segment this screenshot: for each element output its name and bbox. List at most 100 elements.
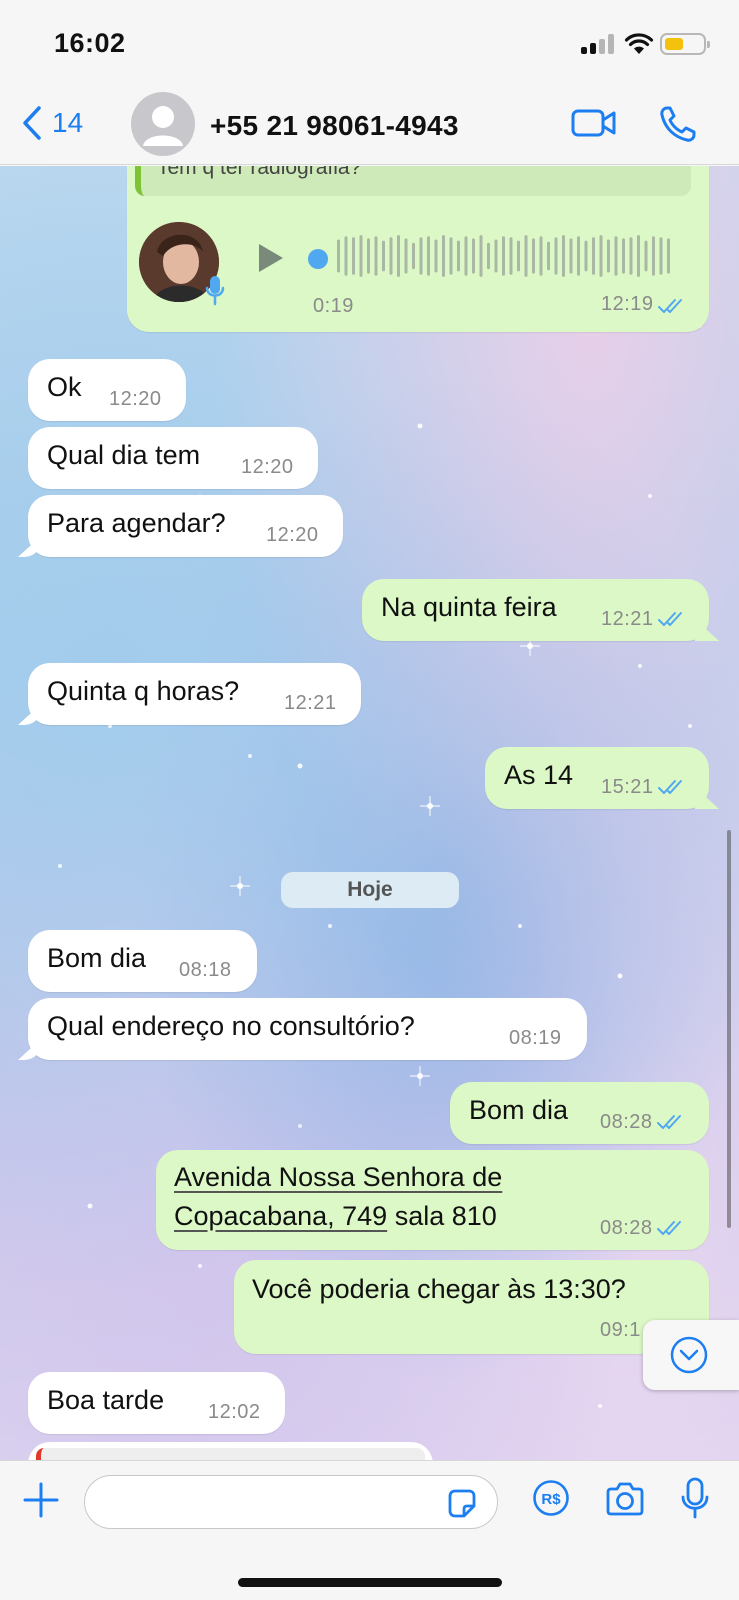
message-text: As 14 [504,760,574,790]
video-call-icon[interactable] [570,106,618,140]
waveform-bar [434,239,438,273]
address-link-line1[interactable]: Avenida Nossa Senhora de [174,1162,502,1193]
quoted-reply[interactable] [36,1448,425,1460]
incoming-message[interactable]: Para agendar? 12:20 [28,495,343,557]
message-text: Bom dia [47,943,147,973]
waveform-bar [449,237,453,275]
message-time: 12:19 [601,293,654,315]
quoted-reply[interactable]: Tem q ter radiografia? [135,166,691,196]
waveform-bar [479,235,483,277]
waveform-bar [532,238,535,274]
waveform-bar [517,240,520,272]
outgoing-message[interactable]: As 14 15:21 [485,747,709,809]
message-text: Ok [47,372,82,402]
message-time: 08:28 [600,1217,653,1239]
chevron-left-icon [23,106,41,140]
contact-name[interactable]: +55 21 98061-4943 [210,110,459,142]
waveform-bar [607,239,610,273]
message-time: 15:21 [601,776,654,798]
outgoing-message[interactable]: Na quinta feira 12:21 [362,579,709,641]
outgoing-message[interactable]: Avenida Nossa Senhora de Copacabana, 749… [156,1150,709,1250]
waveform-bar [599,235,603,277]
chat-area[interactable]: Tem q ter radiografia? 0:19 12:19 Ok 12:… [0,166,739,1460]
battery-icon [660,33,710,55]
waveform-bar [367,238,370,274]
waveform-bar [382,240,385,272]
read-receipt-icon [658,612,682,626]
waveform-bar [457,240,460,272]
incoming-message[interactable]: Qual dia tem 12:20 [28,427,318,489]
wifi-icon [624,33,654,54]
waveform-bar [502,236,505,276]
voice-message-bubble[interactable]: Tem q ter radiografia? 0:19 12:19 [127,166,709,332]
incoming-message[interactable]: Quinta q horas? 12:21 [28,663,361,725]
home-indicator[interactable] [238,1578,502,1587]
waveform-bar [412,242,415,270]
waveform-bar [442,235,445,277]
back-button[interactable]: 14 [22,106,83,140]
scrollbar[interactable] [727,830,731,1228]
waveform-bar [569,238,573,274]
incoming-message-partial[interactable] [28,1442,433,1460]
message-text: Você poderia chegar às 13:30? [252,1274,626,1304]
message-time: 08:18 [179,959,232,981]
read-receipt-icon [657,1221,681,1235]
voice-duration: 0:19 [313,295,354,317]
incoming-message[interactable]: Boa tarde 12:02 [28,1372,285,1434]
payment-icon[interactable]: R$ [532,1479,570,1517]
incoming-message[interactable]: Bom dia 08:18 [28,930,257,992]
cellular-signal-icon [581,34,617,54]
waveform-bar [667,238,670,274]
waveform-bar [359,235,363,277]
contact-avatar[interactable] [131,92,195,156]
status-time: 16:02 [54,28,126,58]
scroll-to-bottom-button[interactable] [643,1320,739,1390]
waveform-bar [622,238,625,274]
read-receipt-icon [658,780,682,794]
waveform-bar [659,237,663,275]
waveform-bar [547,241,550,271]
waveform-bar [419,237,423,275]
incoming-message[interactable]: Ok 12:20 [28,359,186,421]
phone-call-icon[interactable] [658,104,698,144]
waveform-bar [487,242,490,270]
message-input[interactable] [84,1475,498,1529]
microphone-icon[interactable] [680,1477,710,1519]
waveform-bar [584,240,588,272]
waveform-bar [337,239,340,273]
waveform-bar [389,237,393,275]
person-placeholder-icon [143,106,183,146]
camera-icon[interactable] [604,1481,646,1517]
waveform-bar [472,238,475,274]
waveform-bar [509,237,513,275]
outgoing-message[interactable]: Bom dia 08:28 [450,1082,709,1144]
waveform-bar [352,237,355,275]
chat-header: 14 +55 21 98061-4943 [0,88,739,165]
read-receipt-icon [657,1115,681,1129]
address-link-line2[interactable]: Copacabana, 749 [174,1201,387,1231]
message-text: Quinta q horas? [47,676,240,706]
message-time: 08:19 [509,1027,562,1049]
status-bar: 16:02 [0,0,739,88]
waveform-bar [562,235,565,277]
message-time: 12:20 [266,524,319,546]
waveform-bar [539,236,543,276]
read-receipt-icon [658,299,682,313]
outgoing-message[interactable]: Você poderia chegar às 13:30? 09:1 [234,1260,709,1354]
message-text: Para agendar? [47,508,226,538]
quoted-reply-text: Tem q ter radiografia? [157,166,362,179]
waveform-bar [629,237,633,275]
play-icon[interactable] [257,242,285,274]
audio-waveform[interactable] [337,232,677,280]
waveform-bar [427,236,430,276]
waveform-bar [592,237,595,275]
incoming-message[interactable]: Qual endereço no consultório? 08:19 [28,998,587,1060]
waveform-bar [577,236,580,276]
sticker-icon[interactable] [445,1487,479,1521]
playback-position-dot[interactable] [307,248,329,270]
address-room: sala 810 [387,1201,497,1231]
message-text: Qual endereço no consultório? [47,1011,415,1041]
message-time: 12:21 [284,692,337,714]
plus-icon[interactable] [22,1481,60,1519]
chevron-down-icon [670,1336,708,1374]
